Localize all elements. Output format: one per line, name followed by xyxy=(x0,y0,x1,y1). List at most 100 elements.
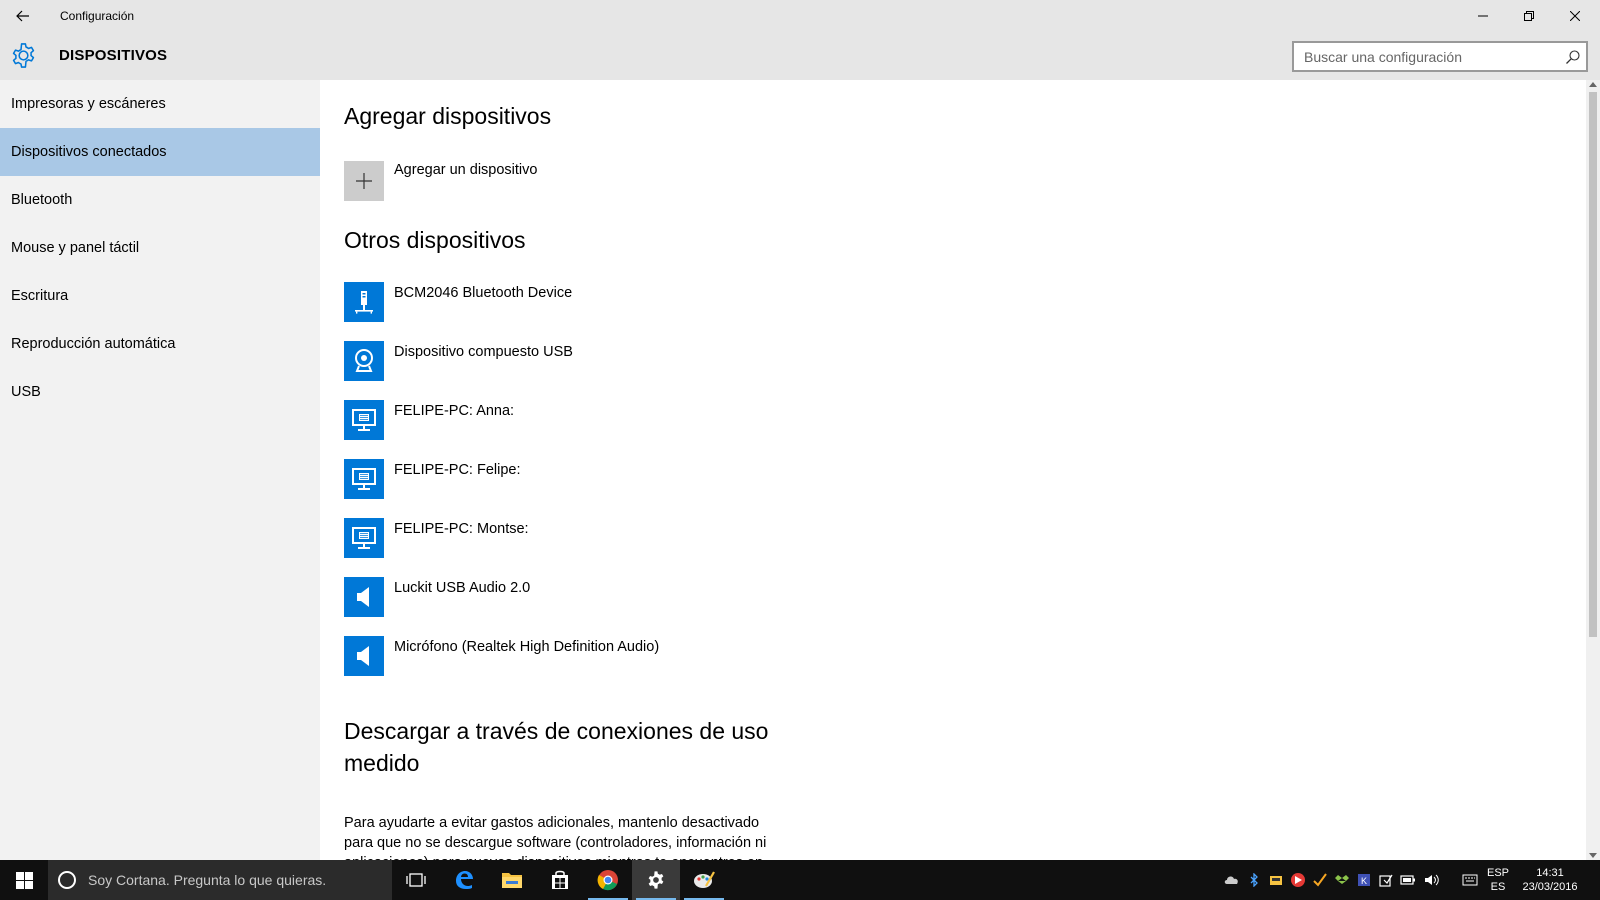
check-tray-icon[interactable] xyxy=(1312,872,1328,888)
lang-region: ES xyxy=(1490,881,1506,893)
taskbar-app-chrome[interactable] xyxy=(584,860,632,900)
gear-icon xyxy=(12,43,35,68)
section-heading-add: Agregar dispositivos xyxy=(344,103,552,129)
device-item[interactable]: FELIPE-PC: Anna: xyxy=(344,400,944,440)
back-button[interactable] xyxy=(0,0,46,32)
paint-icon xyxy=(694,871,715,888)
device-item[interactable]: Dispositivo compuesto USB xyxy=(344,341,944,381)
file-explorer-icon xyxy=(502,873,522,888)
sidebar-item-label: Impresoras y escáneres xyxy=(11,96,166,112)
chrome-icon xyxy=(597,870,618,891)
sidebar-item-label: Mouse y panel táctil xyxy=(11,240,140,256)
main-content: Agregar dispositivos Agregar un disposit… xyxy=(320,80,1586,860)
taskbar-app-paint[interactable] xyxy=(680,860,728,900)
section-heading-metered: Descargar a través de conexiones de uso xyxy=(344,718,769,744)
edge-browser-icon xyxy=(456,871,473,889)
action-tray-icon[interactable] xyxy=(1378,872,1394,888)
restore-button[interactable] xyxy=(1506,0,1552,32)
sidebar-item-label: Dispositivos conectados xyxy=(11,144,167,160)
clock-time: 14:31 xyxy=(1536,867,1564,879)
section-heading-other: Otros dispositivos xyxy=(344,227,526,253)
sidebar-item-mouse[interactable]: Mouse y panel táctil xyxy=(0,224,320,272)
show-desktop-button[interactable] xyxy=(1583,860,1600,900)
tray-keyboard-icon[interactable]: K xyxy=(1356,872,1372,888)
device-name: FELIPE-PC: Anna: xyxy=(394,403,515,419)
sidebar-item-dispositivos-conectados[interactable]: Dispositivos conectados xyxy=(0,128,320,176)
device-item[interactable]: FELIPE-PC: Montse: xyxy=(344,518,944,558)
close-button[interactable] xyxy=(1552,0,1598,32)
device-item[interactable]: BCM2046 Bluetooth Device xyxy=(344,282,944,322)
taskbar: Soy Cortana. Pregunta lo que quieras. K xyxy=(0,860,1600,900)
sidebar-item-impresoras[interactable]: Impresoras y escáneres xyxy=(0,80,320,128)
start-button[interactable] xyxy=(0,860,48,900)
sidebar-item-reproduccion[interactable]: Reproducción automática xyxy=(0,320,320,368)
lang-code: ESP xyxy=(1486,867,1509,879)
restore-icon xyxy=(1524,11,1534,21)
taskbar-app-settings[interactable] xyxy=(632,860,680,900)
device-name: BCM2046 Bluetooth Device xyxy=(394,285,573,301)
search-box[interactable] xyxy=(1292,41,1588,72)
device-item[interactable]: Micrófono (Realtek High Definition Audio… xyxy=(344,636,944,676)
add-device-button[interactable] xyxy=(344,161,384,201)
minimize-button[interactable] xyxy=(1460,0,1506,32)
settings-gear-icon xyxy=(648,871,664,889)
device-name: FELIPE-PC: Felipe: xyxy=(394,462,521,478)
scroll-up-arrow-icon[interactable] xyxy=(1589,82,1597,87)
input-language[interactable]: ESP ES xyxy=(1484,866,1512,894)
page-header: DISPOSITIVOS xyxy=(0,32,1600,80)
webcam-icon xyxy=(344,341,384,381)
back-arrow-icon xyxy=(16,10,29,22)
scroll-down-arrow-icon[interactable] xyxy=(1589,853,1597,858)
search-icon[interactable] xyxy=(1565,49,1581,65)
clock-date: 23/03/2016 xyxy=(1522,881,1578,893)
device-name: Dispositivo compuesto USB xyxy=(394,344,573,360)
volume-icon[interactable] xyxy=(1424,872,1440,888)
plus-icon xyxy=(356,173,372,189)
tray-app-icon[interactable] xyxy=(1268,872,1284,888)
add-device-label[interactable]: Agregar un dispositivo xyxy=(394,162,537,178)
scroll-thumb[interactable] xyxy=(1589,92,1597,637)
device-item[interactable]: Luckit USB Audio 2.0 xyxy=(344,577,944,617)
bluetooth-icon[interactable] xyxy=(1246,872,1262,888)
monitor-icon xyxy=(344,459,384,499)
taskbar-app-store[interactable] xyxy=(536,860,584,900)
dropbox-icon[interactable] xyxy=(1334,872,1350,888)
section-heading-metered-cont: medido xyxy=(344,750,420,776)
onedrive-icon[interactable] xyxy=(1224,872,1240,888)
sidebar-item-label: Escritura xyxy=(11,288,69,304)
sidebar-item-usb[interactable]: USB xyxy=(0,368,320,416)
page-title: DISPOSITIVOS xyxy=(59,47,168,64)
sidebar-item-label: USB xyxy=(11,384,41,400)
search-input[interactable] xyxy=(1294,43,1544,70)
svg-text:K: K xyxy=(1361,876,1367,886)
device-item[interactable]: FELIPE-PC: Felipe: xyxy=(344,459,944,499)
vertical-scrollbar[interactable] xyxy=(1586,80,1600,860)
usb-device-icon xyxy=(344,282,384,322)
sidebar: Impresoras y escáneres Dispositivos cone… xyxy=(0,80,320,860)
sidebar-item-label: Bluetooth xyxy=(11,192,73,208)
cortana-icon xyxy=(58,871,76,889)
device-name: Micrófono (Realtek High Definition Audio… xyxy=(394,639,660,655)
battery-icon[interactable] xyxy=(1400,872,1416,888)
speaker-icon xyxy=(344,636,384,676)
task-view-button[interactable] xyxy=(392,860,440,900)
taskbar-app-edge[interactable] xyxy=(440,860,488,900)
task-view-icon xyxy=(406,873,426,887)
windows-logo-icon xyxy=(15,871,33,889)
minimize-icon xyxy=(1478,15,1488,17)
device-name: FELIPE-PC: Montse: xyxy=(394,521,529,537)
metered-description: Para ayudarte a evitar gastos adicionale… xyxy=(344,815,767,860)
antivirus-icon[interactable] xyxy=(1290,872,1306,888)
speaker-icon xyxy=(344,577,384,617)
store-icon xyxy=(552,870,568,889)
clock[interactable]: 14:31 23/03/2016 xyxy=(1516,866,1584,894)
device-name: Luckit USB Audio 2.0 xyxy=(394,580,531,596)
title-bar: Configuración xyxy=(0,0,1600,32)
sidebar-item-bluetooth[interactable]: Bluetooth xyxy=(0,176,320,224)
close-icon xyxy=(1570,11,1580,21)
cortana-search-box[interactable]: Soy Cortana. Pregunta lo que quieras. xyxy=(48,860,392,900)
keyboard-layout-icon[interactable] xyxy=(1462,872,1478,888)
monitor-icon xyxy=(344,518,384,558)
sidebar-item-escritura[interactable]: Escritura xyxy=(0,272,320,320)
taskbar-app-explorer[interactable] xyxy=(488,860,536,900)
